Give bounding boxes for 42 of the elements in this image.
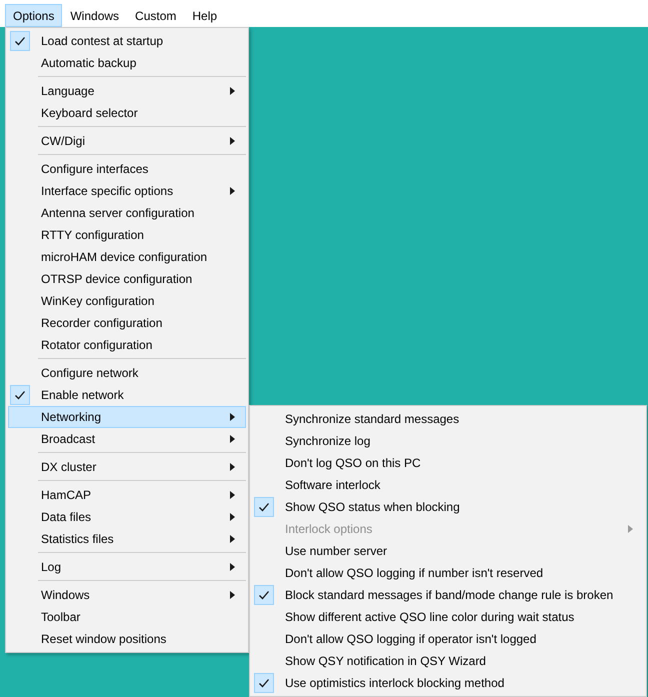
menu-item[interactable]: OTRSP device configuration	[8, 268, 246, 290]
menu-item[interactable]: Configure network	[8, 362, 246, 384]
menu-item[interactable]: Broadcast	[8, 428, 246, 450]
menu-item[interactable]: Reset window positions	[8, 628, 246, 650]
menu-item[interactable]: Configure interfaces	[8, 158, 246, 180]
menu-item[interactable]: Block standard messages if band/mode change rule is broken	[252, 584, 644, 606]
menu-item[interactable]: Networking	[8, 406, 246, 428]
menu-item[interactable]: Don't log QSO on this PC	[252, 452, 644, 474]
menu-item[interactable]: Don't allow QSO logging if operator isn't logged	[252, 628, 644, 650]
menu-bar-item[interactable]: Windows	[62, 4, 128, 27]
menu-bar-item[interactable]: Help	[184, 4, 226, 27]
menu-item[interactable]: RTTY configuration	[8, 224, 246, 246]
menu-bar-item[interactable]: Custom	[127, 4, 184, 27]
menu-item[interactable]: Show QSY notification in QSY Wizard	[252, 650, 644, 672]
menu-item[interactable]: Statistics files	[8, 528, 246, 550]
menu-item[interactable]: Use number server	[252, 540, 644, 562]
menu-item[interactable]: Antenna server configuration	[8, 202, 246, 224]
menu-item[interactable]: Data files	[8, 506, 246, 528]
menu-item[interactable]: Software interlock	[252, 474, 644, 496]
menu-item[interactable]: Toolbar	[8, 606, 246, 628]
menu-item[interactable]: Synchronize standard messages	[252, 408, 644, 430]
menu-item[interactable]: Show QSO status when blocking	[252, 496, 644, 518]
menu-item[interactable]: Recorder configuration	[8, 312, 246, 334]
menu-item[interactable]: Windows	[8, 584, 246, 606]
menu-bar-item[interactable]: Options	[5, 4, 62, 27]
menu-item[interactable]: CW/Digi	[8, 130, 246, 152]
menu-item[interactable]: Enable network	[8, 384, 246, 406]
menu-item[interactable]: microHAM device configuration	[8, 246, 246, 268]
menu-item[interactable]: Automatic backup	[8, 52, 246, 74]
menu-item[interactable]: Load contest at startup	[8, 30, 246, 52]
menu-item[interactable]: Keyboard selector	[8, 102, 246, 124]
menu-item[interactable]: WinKey configuration	[8, 290, 246, 312]
menu-item[interactable]: Language	[8, 80, 246, 102]
menu-item[interactable]: Don't allow QSO logging if number isn't reserved	[252, 562, 644, 584]
menu-item[interactable]: HamCAP	[8, 484, 246, 506]
menu-item[interactable]: Synchronize log	[252, 430, 644, 452]
menu-item[interactable]: Interface specific options	[8, 180, 246, 202]
menu-item[interactable]: Show different active QSO line color during wait status	[252, 606, 644, 628]
menu-item[interactable]: Use optimistics interlock blocking method	[252, 672, 644, 694]
menu-item[interactable]: Log	[8, 556, 246, 578]
menu-item[interactable]: DX cluster	[8, 456, 246, 478]
menu-item[interactable]: Rotator configuration	[8, 334, 246, 356]
